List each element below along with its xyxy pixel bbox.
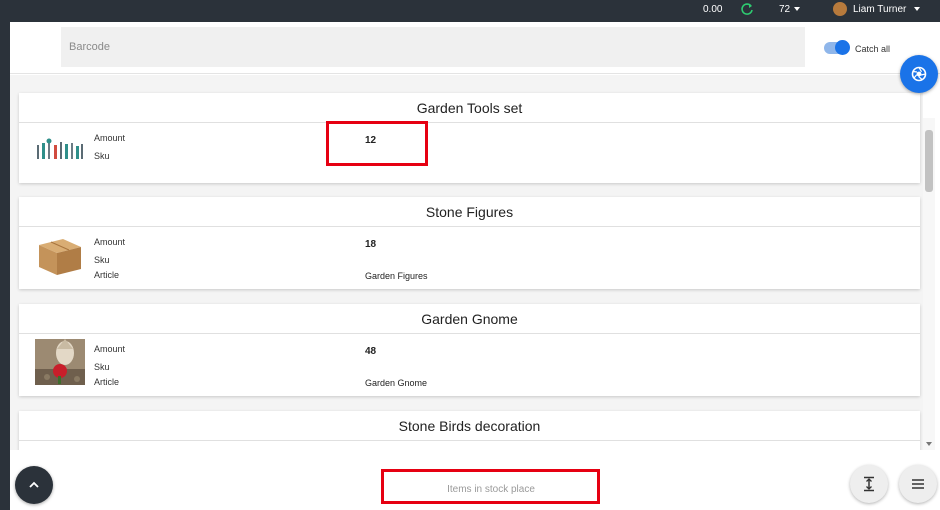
scan-bar: Catch all	[10, 22, 940, 74]
scrollbar-thumb[interactable]	[925, 130, 933, 192]
item-list: Garden Tools set Amount Sku 12 Stone Fig…	[10, 75, 923, 450]
list-item[interactable]: Stone Figures Amount Sku Article 18 Gard…	[19, 197, 920, 289]
list-item[interactable]: Stone Birds decoration	[19, 411, 920, 450]
count-dropdown[interactable]: 72	[779, 4, 790, 15]
user-menu-chevron-icon[interactable]	[914, 7, 920, 11]
amount-label: Amount	[94, 344, 126, 354]
toggle-knob	[835, 40, 850, 55]
camera-scan-button[interactable]	[900, 55, 938, 93]
list-scrollbar[interactable]	[923, 118, 935, 450]
amount-label: Amount	[94, 237, 126, 247]
avatar[interactable]	[833, 2, 847, 16]
item-title: Garden Tools set	[19, 93, 920, 123]
camera-shutter-icon	[911, 66, 927, 82]
cardboard-box-image	[35, 233, 85, 279]
garden-gnome-image	[35, 339, 85, 385]
list-item[interactable]: Garden Gnome Amount Sku Article 48 Garde…	[19, 304, 920, 396]
list-item[interactable]: Garden Tools set Amount Sku 12	[19, 93, 920, 183]
amount-label: Amount	[94, 133, 126, 143]
scroll-up-button[interactable]	[15, 466, 53, 504]
garden-tools-image	[35, 131, 85, 177]
article-value: Garden Figures	[365, 271, 428, 281]
amount-value: 48	[365, 346, 377, 357]
item-title: Garden Gnome	[19, 304, 920, 334]
sku-label: Sku	[94, 151, 110, 161]
sku-label: Sku	[94, 255, 110, 265]
user-name[interactable]: Liam Turner	[853, 4, 906, 15]
amount-value: 18	[365, 239, 377, 250]
app-window: 0.00 72 Liam Turner Catch all Garden Too…	[0, 0, 940, 510]
item-title: Stone Figures	[19, 197, 920, 227]
amount-highlight-box	[326, 121, 428, 166]
article-label: Article	[94, 377, 120, 387]
balance-value: 0.00	[703, 4, 723, 15]
catch-all-label: Catch all	[855, 44, 891, 54]
sku-label: Sku	[94, 362, 110, 372]
barcode-input[interactable]	[61, 27, 805, 67]
chevron-down-icon[interactable]	[794, 7, 800, 11]
article-value: Garden Gnome	[365, 378, 428, 388]
item-title: Stone Birds decoration	[19, 411, 920, 441]
stock-place-highlight-box	[381, 469, 600, 504]
article-label: Article	[94, 270, 120, 280]
catch-all-toggle[interactable]	[824, 40, 850, 55]
left-edge-strip	[0, 0, 10, 510]
chevron-up-icon	[29, 481, 39, 488]
scroll-down-arrow-icon[interactable]	[926, 442, 932, 446]
collapse-vertical-icon	[864, 476, 874, 492]
top-bar: 0.00 72 Liam Turner	[0, 0, 940, 22]
refresh-icon[interactable]	[740, 2, 754, 16]
collapse-button[interactable]	[850, 465, 888, 503]
menu-button[interactable]	[899, 465, 937, 503]
menu-icon	[912, 479, 924, 489]
